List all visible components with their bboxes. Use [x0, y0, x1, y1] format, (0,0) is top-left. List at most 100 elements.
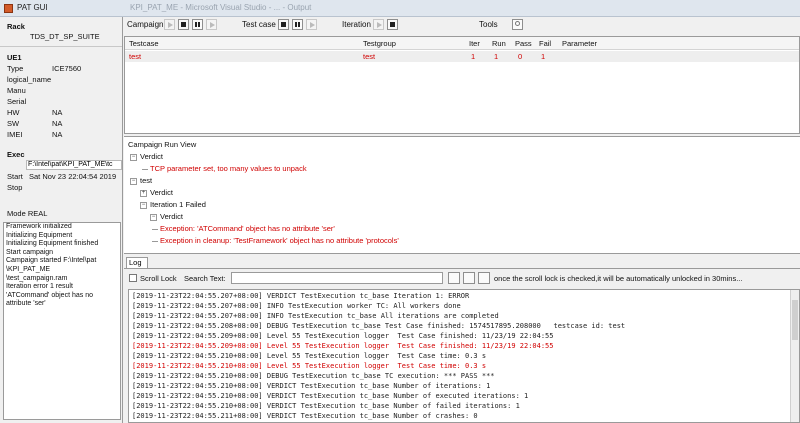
event-log-line: Initializing Equipment: [6, 231, 73, 239]
tree-node-verdict[interactable]: − Verdict: [150, 212, 183, 221]
campaign-next-button[interactable]: [206, 19, 217, 30]
rack-panel: Rack TDS_DT_SP_SUITE UE1 Type ICE7560 lo…: [0, 17, 123, 423]
col-testcase[interactable]: Testcase: [129, 39, 159, 48]
col-fail[interactable]: Fail: [539, 39, 551, 48]
log-line: [2019-11-23T22:04:55.209+08:00] Level 55…: [132, 342, 554, 350]
sw-label: SW: [7, 119, 20, 128]
col-testgroup[interactable]: Testgroup: [363, 39, 396, 48]
log-output[interactable]: [2019-11-23T22:04:55.207+08:00] VERDICT …: [128, 289, 800, 423]
log-line: [2019-11-23T22:04:55.210+08:00] Level 55…: [132, 352, 487, 360]
log-line: [2019-11-23T22:04:55.207+08:00] VERDICT …: [132, 292, 470, 300]
expand-icon[interactable]: −: [130, 153, 137, 161]
imei-value: NA: [52, 130, 63, 139]
tab-log[interactable]: Log: [126, 257, 148, 268]
campaign-label: Campaign: [127, 20, 164, 29]
manu-label: Manu: [7, 86, 26, 95]
sw-value: NA: [52, 119, 63, 128]
expand-icon[interactable]: +: [140, 189, 147, 197]
log-line: [2019-11-23T22:04:55.210+08:00] Level 55…: [132, 362, 487, 370]
col-iter[interactable]: Iter: [469, 39, 480, 48]
start-label: Start: [7, 172, 23, 181]
tools-search-button[interactable]: [512, 19, 523, 30]
tree-line-icon: [142, 168, 148, 170]
expand-icon[interactable]: −: [140, 201, 147, 209]
rack-heading: Rack: [7, 22, 25, 31]
pause-icon: [195, 22, 200, 27]
testcase-stop-button[interactable]: [278, 19, 289, 30]
panel-splitter[interactable]: [124, 254, 800, 257]
expand-icon[interactable]: −: [150, 213, 157, 221]
cell-iter: 1: [471, 52, 476, 61]
background-window-title: KPI_PAT_ME - Microsoft Visual Studio - .…: [130, 3, 312, 12]
exec-heading: Exec: [7, 150, 25, 159]
run-view-title: Campaign Run View: [128, 140, 197, 149]
log-line: [2019-11-23T22:04:55.210+08:00] VERDICT …: [132, 402, 520, 410]
campaign-pause-button[interactable]: [192, 19, 203, 30]
next-icon: [310, 22, 315, 28]
stop-icon: [390, 22, 395, 27]
iteration-play-button[interactable]: [373, 19, 384, 30]
testcase-label: Test case: [242, 20, 276, 29]
divider: [0, 46, 122, 47]
log-line: [2019-11-23T22:04:55.210+08:00] VERDICT …: [132, 392, 529, 400]
log-line: [2019-11-23T22:04:55.210+08:00] VERDICT …: [132, 382, 491, 390]
stop-icon: [181, 22, 186, 27]
campaign-stop-button[interactable]: [178, 19, 189, 30]
expand-icon[interactable]: −: [130, 177, 137, 185]
app-icon: [4, 4, 13, 13]
cell-testgroup: test: [363, 52, 376, 61]
col-pass[interactable]: Pass: [515, 39, 532, 48]
event-log-line: attribute 'ser': [6, 300, 46, 308]
log-line: [2019-11-23T22:04:55.207+08:00] INFO Tes…: [132, 302, 461, 310]
title-bar: PAT GUI KPI_PAT_ME - Microsoft Visual St…: [0, 0, 800, 17]
event-log[interactable]: Framework initialized Initializing Equip…: [3, 222, 121, 420]
testcase-table: Testcase Testgroup Iter Run Pass Fail Pa…: [124, 36, 800, 134]
exec-path-field[interactable]: F:\Intel\pat\KPI_PAT_ME\tc: [26, 160, 122, 170]
iteration-stop-button[interactable]: [387, 19, 398, 30]
col-parameter[interactable]: Parameter: [562, 39, 597, 48]
tree-node-verdict[interactable]: − Verdict: [130, 152, 163, 161]
event-log-line: \test_campaign.ram: [6, 274, 68, 282]
scroll-lock-checkbox[interactable]: [129, 274, 137, 282]
pause-icon: [295, 22, 300, 27]
table-row[interactable]: test test 1 1 0 1: [125, 51, 799, 62]
mode-status: Mode REAL: [7, 209, 48, 218]
event-log-line: \KPI_PAT_ME: [6, 265, 51, 273]
search-text-input[interactable]: [231, 272, 443, 284]
window-title: PAT GUI: [17, 3, 48, 12]
scroll-lock-hint: once the scroll lock is checked,it will …: [494, 274, 743, 283]
log-line: [2019-11-23T22:04:55.208+08:00] DEBUG Te…: [132, 322, 626, 330]
control-toolbar: Campaign Test case Iteration Tools: [124, 17, 800, 35]
iteration-label: Iteration: [342, 20, 371, 29]
tree-node-iteration[interactable]: − Iteration 1 Failed: [140, 200, 206, 209]
tree-node-exception[interactable]: Exception: 'ATCommand' object has no att…: [152, 224, 335, 233]
exec-path: F:\Intel\pat\KPI_PAT_ME\tc: [28, 161, 113, 168]
stop-icon: [281, 22, 286, 27]
campaign-play-button[interactable]: [164, 19, 175, 30]
play-icon: [377, 22, 382, 28]
tree-node-cleanup-exception[interactable]: Exception in cleanup: 'TestFramework' ob…: [152, 236, 399, 245]
ue-heading: UE1: [7, 53, 22, 62]
type-value: ICE7560: [52, 64, 82, 73]
search-prev-button[interactable]: [448, 272, 460, 284]
clear-log-button[interactable]: [478, 272, 490, 284]
log-line: [2019-11-23T22:04:55.210+08:00] DEBUG Te…: [132, 372, 495, 380]
type-label: Type: [7, 64, 24, 73]
col-run[interactable]: Run: [492, 39, 506, 48]
testcase-next-button[interactable]: [306, 19, 317, 30]
tree-node-tcp-error[interactable]: TCP parameter set, too many values to un…: [142, 164, 307, 173]
log-scrollbar[interactable]: [790, 290, 799, 422]
tree-node-verdict[interactable]: + Verdict: [140, 188, 173, 197]
campaign-run-view: Campaign Run View − Verdict TCP parameter…: [124, 136, 800, 254]
scrollbar-thumb[interactable]: [792, 300, 798, 340]
table-header: Testcase Testgroup Iter Run Pass Fail Pa…: [125, 37, 799, 50]
log-line: [2019-11-23T22:04:55.207+08:00] INFO Tes…: [132, 312, 499, 320]
event-log-line: Start campaign: [6, 248, 54, 256]
logical-name-label: logical_name: [7, 75, 52, 84]
log-toolbar: Scroll Lock Search Text: once the scroll…: [124, 268, 800, 288]
cell-fail: 1: [541, 52, 546, 61]
search-next-button[interactable]: [463, 272, 475, 284]
tree-node-test[interactable]: − test: [130, 176, 152, 185]
testcase-pause-button[interactable]: [292, 19, 303, 30]
start-value: Sat Nov 23 22:04:54 2019: [29, 172, 117, 181]
